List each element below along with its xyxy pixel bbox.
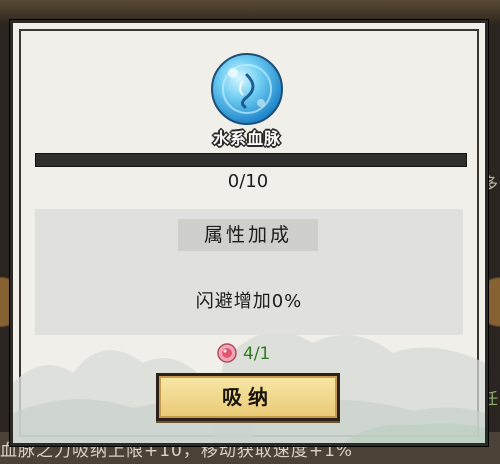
- bloodline-progress-bar: [35, 153, 467, 167]
- bloodline-dialog: 水系血脉 0/10 属性加成 闪避增加0% 4/1 吸纳: [10, 20, 488, 446]
- absorb-cost: 4/1: [217, 343, 297, 365]
- bloodline-essence-icon: [217, 343, 237, 363]
- water-orb-icon: [211, 53, 283, 125]
- bloodline-name: 水系血脉: [212, 129, 281, 148]
- attribute-bonus-title: 属性加成: [178, 219, 318, 251]
- absorb-cost-text: 4/1: [243, 344, 271, 364]
- absorb-button[interactable]: 吸纳: [156, 373, 340, 421]
- attribute-bonus-panel: 属性加成 闪避增加0%: [35, 209, 463, 335]
- attribute-bonus-line: 闪避增加0%: [195, 291, 303, 312]
- background-decoration-right: [486, 262, 500, 342]
- bloodline-progress-text: 0/10: [227, 171, 269, 192]
